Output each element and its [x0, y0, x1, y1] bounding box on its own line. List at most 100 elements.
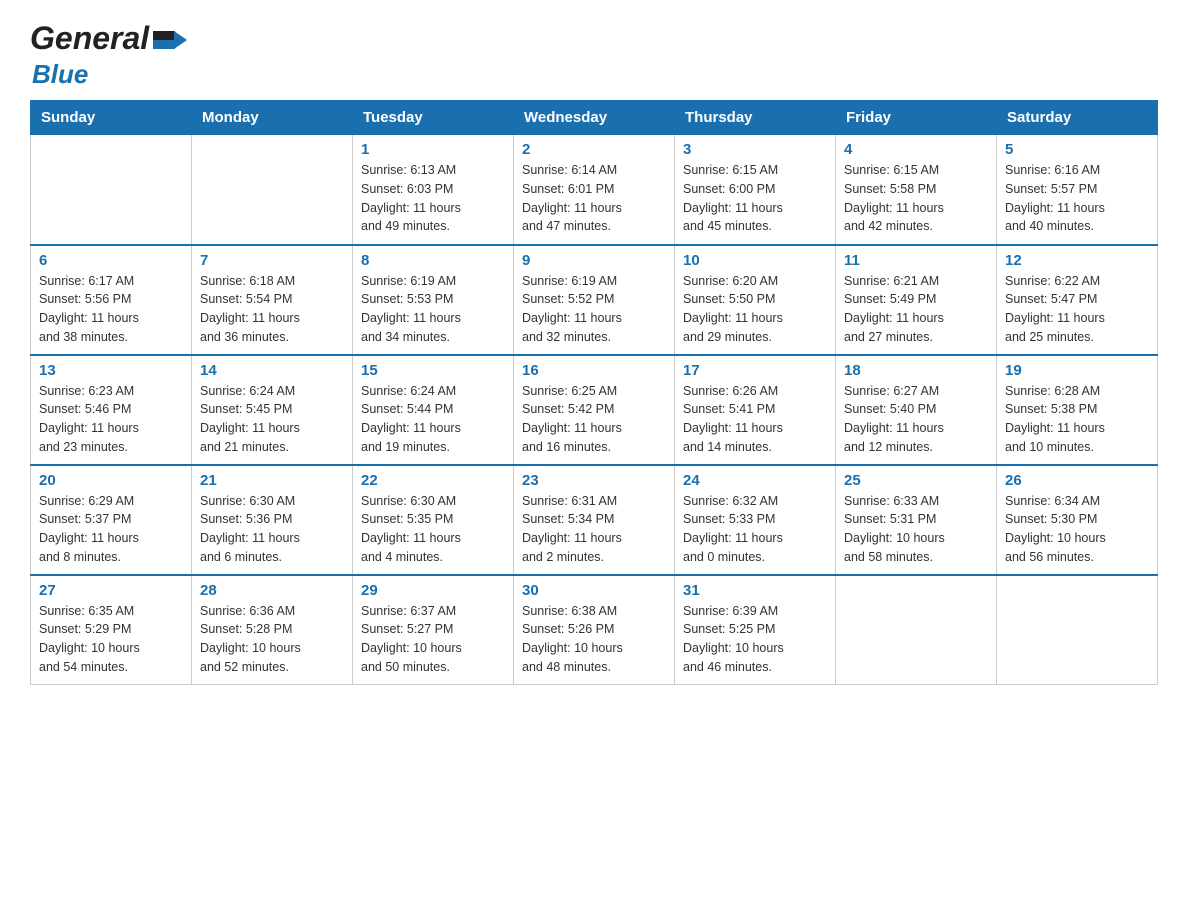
day-info: Sunrise: 6:27 AM Sunset: 5:40 PM Dayligh…: [844, 382, 988, 457]
calendar-cell: 7Sunrise: 6:18 AM Sunset: 5:54 PM Daylig…: [192, 245, 353, 355]
day-number: 20: [39, 472, 183, 489]
weekday-header-monday: Monday: [192, 101, 353, 135]
calendar-cell: 15 Sunrise: 6:24 AM Sunset: 5:44 PM Dayli…: [353, 355, 514, 465]
day-number: 27: [39, 582, 183, 599]
day-number: 10: [683, 252, 827, 269]
calendar-cell: [31, 135, 192, 245]
day-number: 1: [361, 141, 505, 158]
calendar-cell: 20 Sunrise: 6:29 AM Sunset: 5:37 PM Dayli…: [31, 465, 192, 575]
day-number: 6: [39, 252, 183, 269]
day-info: Sunrise: 6:36 AM Sunset: 5:28 PM Dayligh…: [200, 602, 344, 677]
logo-blue: Blue: [32, 59, 88, 89]
calendar-cell: 30 Sunrise: 6:38 AM Sunset: 5:26 PM Dayli…: [514, 575, 675, 685]
calendar-cell: 12 Sunrise: 6:22 AM Sunset: 5:47 PM Dayli…: [997, 245, 1158, 355]
calendar-cell: [192, 135, 353, 245]
calendar-week-row-3: 13 Sunrise: 6:23 AM Sunset: 5:46 PM Dayli…: [31, 355, 1158, 465]
calendar-cell: 19 Sunrise: 6:28 AM Sunset: 5:38 PM Dayli…: [997, 355, 1158, 465]
day-info: Sunrise: 6:30 AM Sunset: 5:36 PM Dayligh…: [200, 492, 344, 567]
day-number: 31: [683, 582, 827, 599]
day-number: 19: [1005, 362, 1149, 379]
weekday-header-sunday: Sunday: [31, 101, 192, 135]
calendar-table: SundayMondayTuesdayWednesdayThursdayFrid…: [30, 100, 1158, 685]
day-info: Sunrise: 6:22 AM Sunset: 5:47 PM Dayligh…: [1005, 272, 1149, 347]
day-number: 22: [361, 472, 505, 489]
day-info: Sunrise: 6:17 AM Sunset: 5:56 PM Dayligh…: [39, 272, 183, 347]
day-info: Sunrise: 6:33 AM Sunset: 5:31 PM Dayligh…: [844, 492, 988, 567]
calendar-cell: 22 Sunrise: 6:30 AM Sunset: 5:35 PM Dayli…: [353, 465, 514, 575]
day-info: Sunrise: 6:18 AM Sunset: 5:54 PM Dayligh…: [200, 272, 344, 347]
calendar-cell: 4 Sunrise: 6:15 AM Sunset: 5:58 PM Daylig…: [836, 135, 997, 245]
day-number: 26: [1005, 472, 1149, 489]
day-info: Sunrise: 6:14 AM Sunset: 6:01 PM Dayligh…: [522, 161, 666, 236]
day-info: Sunrise: 6:35 AM Sunset: 5:29 PM Dayligh…: [39, 602, 183, 677]
day-info: Sunrise: 6:24 AM Sunset: 5:44 PM Dayligh…: [361, 382, 505, 457]
day-number: 14: [200, 362, 344, 379]
day-number: 3: [683, 141, 827, 158]
day-info: Sunrise: 6:38 AM Sunset: 5:26 PM Dayligh…: [522, 602, 666, 677]
calendar-cell: 16Sunrise: 6:25 AM Sunset: 5:42 PM Dayli…: [514, 355, 675, 465]
calendar-cell: 9 Sunrise: 6:19 AM Sunset: 5:52 PM Daylig…: [514, 245, 675, 355]
day-number: 15: [361, 362, 505, 379]
day-number: 4: [844, 141, 988, 158]
day-info: Sunrise: 6:31 AM Sunset: 5:34 PM Dayligh…: [522, 492, 666, 567]
calendar-week-row-4: 20 Sunrise: 6:29 AM Sunset: 5:37 PM Dayli…: [31, 465, 1158, 575]
calendar-cell: 23 Sunrise: 6:31 AM Sunset: 5:34 PM Dayli…: [514, 465, 675, 575]
weekday-header-wednesday: Wednesday: [514, 101, 675, 135]
calendar-cell: 26Sunrise: 6:34 AM Sunset: 5:30 PM Dayli…: [997, 465, 1158, 575]
day-number: 9: [522, 252, 666, 269]
day-info: Sunrise: 6:19 AM Sunset: 5:52 PM Dayligh…: [522, 272, 666, 347]
weekday-header-friday: Friday: [836, 101, 997, 135]
day-info: Sunrise: 6:25 AM Sunset: 5:42 PM Dayligh…: [522, 382, 666, 457]
day-info: Sunrise: 6:37 AM Sunset: 5:27 PM Dayligh…: [361, 602, 505, 677]
day-info: Sunrise: 6:23 AM Sunset: 5:46 PM Dayligh…: [39, 382, 183, 457]
calendar-cell: 3Sunrise: 6:15 AM Sunset: 6:00 PM Daylig…: [675, 135, 836, 245]
day-number: 13: [39, 362, 183, 379]
logo-general: General: [30, 20, 149, 57]
day-number: 5: [1005, 141, 1149, 158]
calendar-cell: 5Sunrise: 6:16 AM Sunset: 5:57 PM Daylig…: [997, 135, 1158, 245]
day-info: Sunrise: 6:29 AM Sunset: 5:37 PM Dayligh…: [39, 492, 183, 567]
logo: General: [30, 20, 187, 57]
calendar-cell: 28 Sunrise: 6:36 AM Sunset: 5:28 PM Dayli…: [192, 575, 353, 685]
calendar-cell: 27 Sunrise: 6:35 AM Sunset: 5:29 PM Dayli…: [31, 575, 192, 685]
day-number: 11: [844, 252, 988, 269]
day-info: Sunrise: 6:26 AM Sunset: 5:41 PM Dayligh…: [683, 382, 827, 457]
weekday-header-thursday: Thursday: [675, 101, 836, 135]
calendar-cell: [997, 575, 1158, 685]
day-info: Sunrise: 6:13 AM Sunset: 6:03 PM Dayligh…: [361, 161, 505, 236]
day-number: 8: [361, 252, 505, 269]
day-number: 25: [844, 472, 988, 489]
day-number: 30: [522, 582, 666, 599]
calendar-cell: 25 Sunrise: 6:33 AM Sunset: 5:31 PM Dayli…: [836, 465, 997, 575]
day-info: Sunrise: 6:39 AM Sunset: 5:25 PM Dayligh…: [683, 602, 827, 677]
day-number: 2: [522, 141, 666, 158]
calendar-cell: 14 Sunrise: 6:24 AM Sunset: 5:45 PM Dayli…: [192, 355, 353, 465]
day-info: Sunrise: 6:32 AM Sunset: 5:33 PM Dayligh…: [683, 492, 827, 567]
calendar-cell: 21 Sunrise: 6:30 AM Sunset: 5:36 PM Dayli…: [192, 465, 353, 575]
day-number: 21: [200, 472, 344, 489]
day-info: Sunrise: 6:21 AM Sunset: 5:49 PM Dayligh…: [844, 272, 988, 347]
calendar-cell: 10 Sunrise: 6:20 AM Sunset: 5:50 PM Dayli…: [675, 245, 836, 355]
day-number: 17: [683, 362, 827, 379]
day-number: 23: [522, 472, 666, 489]
day-info: Sunrise: 6:15 AM Sunset: 5:58 PM Dayligh…: [844, 161, 988, 236]
calendar-cell: 29Sunrise: 6:37 AM Sunset: 5:27 PM Dayli…: [353, 575, 514, 685]
weekday-header-saturday: Saturday: [997, 101, 1158, 135]
calendar-week-row-2: 6 Sunrise: 6:17 AM Sunset: 5:56 PM Daylig…: [31, 245, 1158, 355]
day-info: Sunrise: 6:20 AM Sunset: 5:50 PM Dayligh…: [683, 272, 827, 347]
calendar-cell: 31 Sunrise: 6:39 AM Sunset: 5:25 PM Dayli…: [675, 575, 836, 685]
weekday-header-row: SundayMondayTuesdayWednesdayThursdayFrid…: [31, 101, 1158, 135]
calendar-cell: 24 Sunrise: 6:32 AM Sunset: 5:33 PM Dayli…: [675, 465, 836, 575]
calendar-cell: [836, 575, 997, 685]
calendar-week-row-1: 1 Sunrise: 6:13 AM Sunset: 6:03 PM Daylig…: [31, 135, 1158, 245]
calendar-week-row-5: 27 Sunrise: 6:35 AM Sunset: 5:29 PM Dayli…: [31, 575, 1158, 685]
day-info: Sunrise: 6:28 AM Sunset: 5:38 PM Dayligh…: [1005, 382, 1149, 457]
day-number: 24: [683, 472, 827, 489]
day-number: 12: [1005, 252, 1149, 269]
day-info: Sunrise: 6:30 AM Sunset: 5:35 PM Dayligh…: [361, 492, 505, 567]
day-number: 18: [844, 362, 988, 379]
weekday-header-tuesday: Tuesday: [353, 101, 514, 135]
day-info: Sunrise: 6:19 AM Sunset: 5:53 PM Dayligh…: [361, 272, 505, 347]
day-number: 28: [200, 582, 344, 599]
day-info: Sunrise: 6:24 AM Sunset: 5:45 PM Dayligh…: [200, 382, 344, 457]
